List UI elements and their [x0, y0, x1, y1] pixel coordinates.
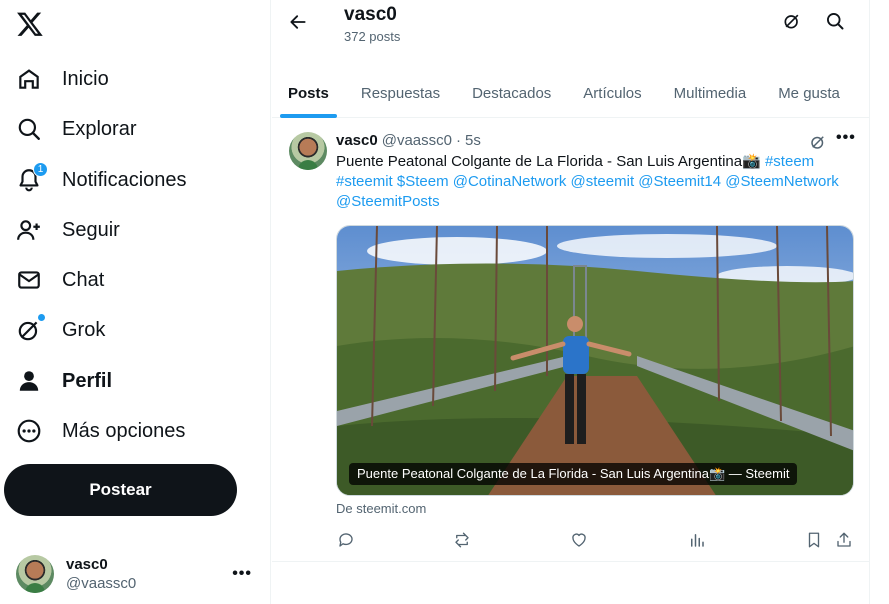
grok-icon[interactable]	[809, 133, 827, 151]
tab-label: Me gusta	[778, 84, 840, 102]
nav-item-explorar[interactable]: Explorar	[4, 107, 148, 151]
mention-link[interactable]: @CotinaNetwork	[453, 173, 567, 190]
like-icon[interactable]	[568, 529, 590, 551]
hashtag-link[interactable]: #steemit	[336, 173, 393, 190]
post-button[interactable]: Postear	[4, 464, 237, 516]
tab-articulos[interactable]: Artículos	[567, 68, 657, 118]
repost-icon[interactable]	[451, 529, 473, 551]
tab-destacados[interactable]: Destacados	[456, 68, 567, 118]
mention-link[interactable]: @steemit	[571, 173, 635, 190]
account-name: vasc0	[66, 556, 108, 573]
share-icon[interactable]	[833, 529, 855, 551]
nav-item-perfil[interactable]: Perfil	[4, 359, 124, 403]
bookmark-icon[interactable]	[803, 529, 825, 551]
bell-icon: 1	[16, 162, 48, 193]
page-title: vasc0	[344, 4, 397, 25]
grok-icon[interactable]	[781, 10, 803, 32]
post-time[interactable]: 5s	[465, 132, 481, 149]
x-logo-icon[interactable]	[16, 10, 44, 38]
sidebar: Inicio Explorar 1 Notificaciones Seguir	[0, 0, 271, 604]
nav-item-seguir[interactable]: Seguir	[4, 208, 132, 252]
tab-label: Respuestas	[360, 84, 441, 102]
mail-icon	[16, 267, 42, 293]
nav-label: Explorar	[62, 117, 137, 140]
avatar	[289, 132, 327, 170]
reply-icon[interactable]	[335, 529, 357, 551]
grok-icon	[16, 314, 45, 343]
post-author[interactable]: vasc0	[336, 132, 378, 149]
post-text: Puente Peatonal Colgante de La Florida -…	[336, 152, 856, 212]
profile-tabs: Posts Respuestas Destacados Artículos Mu…	[272, 68, 870, 118]
nav-label: Notificaciones	[62, 168, 187, 191]
more-icon[interactable]: •••	[836, 129, 856, 147]
home-icon	[16, 66, 42, 92]
post-header: vasc0 @vaassc0 · 5s	[336, 132, 481, 149]
main-column: vasc0 372 posts Posts Respuestas Destaca…	[272, 0, 870, 604]
nav-label: Grok	[62, 318, 106, 341]
link-source[interactable]: De steemit.com	[336, 501, 426, 516]
more-circle-icon	[16, 418, 42, 444]
tab-label: Multimedia	[673, 84, 747, 102]
nav-label: Inicio	[62, 67, 109, 90]
bridge-photo	[337, 226, 853, 495]
account-handle: @vaassc0	[66, 575, 137, 592]
hashtag-link[interactable]: #steem	[765, 153, 814, 170]
tab-label: Posts	[288, 84, 329, 102]
avatar	[16, 555, 54, 593]
account-info: vasc0 @vaassc0	[66, 556, 232, 592]
nav-label: Más opciones	[62, 419, 186, 442]
post[interactable]: vasc0 @vaassc0 · 5s ••• Puente Peatonal …	[272, 119, 870, 562]
post-text-plain: Puente Peatonal Colgante de La Florida -…	[336, 153, 761, 170]
post-count: 372 posts	[344, 29, 401, 44]
mention-link[interactable]: @SteemNetwork	[725, 173, 839, 190]
tab-me-gusta[interactable]: Me gusta	[762, 68, 856, 118]
post-handle[interactable]: @vaassc0	[382, 132, 452, 149]
tab-posts[interactable]: Posts	[272, 68, 345, 118]
nav-label: Perfil	[62, 369, 113, 392]
profile-header: vasc0 372 posts	[272, 0, 870, 53]
cashtag-link[interactable]: $Steem	[397, 173, 449, 190]
nav-label: Seguir	[62, 218, 120, 241]
app-window: Inicio Explorar 1 Notificaciones Seguir	[0, 0, 889, 604]
tab-label: Destacados	[472, 84, 552, 102]
grok-dot	[38, 314, 45, 321]
tab-label: Artículos	[583, 84, 642, 102]
mention-link[interactable]: @Steemit14	[638, 173, 721, 190]
separator-dot: ·	[455, 132, 461, 149]
tab-multimedia[interactable]: Multimedia	[658, 68, 763, 118]
tab-indicator	[280, 114, 337, 118]
notification-badge: 1	[33, 162, 48, 177]
back-arrow-icon[interactable]	[284, 8, 312, 36]
mention-link[interactable]: @SteemitPosts	[336, 193, 440, 210]
nav-item-chat[interactable]: Chat	[4, 258, 116, 302]
link-card-caption: Puente Peatonal Colgante de La Florida -…	[349, 463, 798, 485]
person-icon	[16, 368, 42, 394]
account-switcher[interactable]: vasc0 @vaassc0 •••	[4, 546, 264, 602]
nav-item-inicio[interactable]: Inicio	[4, 57, 121, 101]
nav-item-grok[interactable]: Grok	[4, 308, 117, 352]
post-avatar[interactable]	[289, 132, 327, 170]
post-actions	[336, 529, 860, 551]
link-card-image[interactable]: Puente Peatonal Colgante de La Florida -…	[336, 225, 854, 496]
tab-respuestas[interactable]: Respuestas	[345, 68, 456, 118]
nav-item-mas-opciones[interactable]: Más opciones	[4, 409, 197, 453]
search-icon	[16, 116, 42, 142]
nav-item-notificaciones[interactable]: 1 Notificaciones	[4, 158, 199, 202]
views-icon[interactable]	[686, 529, 708, 551]
add-person-icon	[16, 217, 42, 243]
search-icon[interactable]	[824, 10, 846, 32]
more-icon[interactable]: •••	[232, 565, 252, 583]
nav-label: Chat	[62, 268, 105, 291]
